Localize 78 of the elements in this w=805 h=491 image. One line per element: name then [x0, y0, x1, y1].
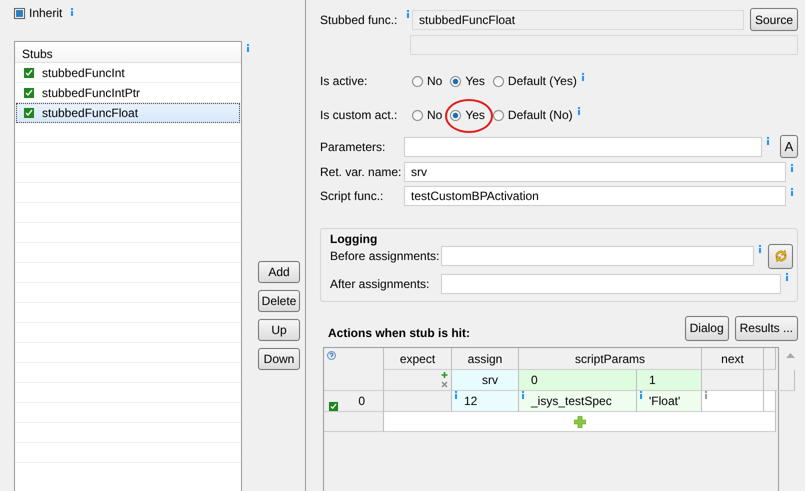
radio-label: Yes: [465, 74, 485, 88]
row-number: 0: [358, 394, 365, 408]
add-row-icon[interactable]: [574, 416, 586, 428]
info-icon: [580, 73, 585, 81]
info-icon: [790, 188, 794, 196]
stub-item[interactable]: stubbedFuncFloat: [16, 103, 240, 123]
info-icon: [246, 44, 250, 52]
add-row-cell[interactable]: [384, 412, 776, 432]
description-field[interactable]: [410, 35, 798, 55]
stub-checkbox[interactable]: [24, 108, 34, 118]
list-button[interactable]: Add: [258, 261, 300, 283]
list-button[interactable]: Down: [258, 348, 300, 370]
action-button[interactable]: Results ...: [734, 316, 798, 340]
info-icon: [521, 391, 525, 399]
info-icon: [639, 391, 643, 399]
field-label: Before assignments:: [330, 249, 440, 263]
inherit-label: Inherit: [29, 6, 62, 20]
column-header: next: [702, 348, 764, 370]
list-button[interactable]: Delete: [258, 290, 300, 312]
stub-checkbox[interactable]: [24, 88, 34, 98]
after-assignments-field[interactable]: [441, 274, 781, 294]
parameters-field[interactable]: [404, 136, 762, 156]
field-label: Is active:: [320, 74, 368, 88]
script-func-field[interactable]: testCustomBPActivation: [404, 186, 786, 206]
row-checkbox[interactable]: [329, 402, 338, 411]
info-icon: [406, 10, 410, 18]
section-title: Actions when stub is hit:: [327, 325, 472, 340]
field-label: Ret. var. name:: [320, 165, 402, 179]
column-header: expect: [384, 348, 452, 370]
source-button[interactable]: Source: [750, 8, 798, 31]
radio-label: No: [427, 74, 442, 88]
info-icon: [704, 391, 708, 399]
ret-var-name-field[interactable]: srv: [404, 162, 786, 182]
field-label: Stubbed func.:: [320, 12, 398, 26]
radio-label: Yes: [465, 108, 485, 122]
radio-button[interactable]: [492, 76, 504, 86]
radio-button[interactable]: [412, 76, 423, 86]
column-subheader: 0: [519, 370, 637, 391]
field-label: Parameters:: [320, 140, 386, 154]
radio-button[interactable]: [450, 76, 462, 86]
inherit-checkbox[interactable]: [14, 8, 25, 18]
radio-button[interactable]: [412, 110, 423, 120]
info-icon: [758, 245, 762, 253]
scroll-up-icon[interactable]: [786, 352, 794, 358]
info-icon: [70, 8, 74, 16]
radio-label: Default (No): [508, 108, 573, 122]
column-subheader: 1: [637, 370, 702, 391]
list-button[interactable]: Up: [258, 319, 300, 341]
row-header[interactable]: 0: [324, 391, 384, 412]
a-button[interactable]: A: [780, 135, 798, 158]
field-label: Script func.:: [320, 189, 384, 203]
radio-button[interactable]: [450, 110, 462, 120]
info-icon: [785, 273, 789, 281]
radio-label: No: [427, 108, 442, 122]
sync-button[interactable]: [768, 244, 793, 268]
action-button[interactable]: Dialog: [684, 316, 729, 340]
info-icon: [454, 391, 458, 399]
column-subheader: srv: [452, 370, 519, 391]
cell-text: _isys_testSpec: [531, 394, 612, 408]
column-header: assign: [452, 348, 519, 370]
cell-text: 'Float': [649, 394, 680, 408]
field-label: Is custom act.:: [320, 108, 398, 122]
add-remove-icon[interactable]: [441, 372, 448, 388]
sync-icon: [772, 248, 788, 264]
info-icon: [576, 107, 581, 115]
before-assignments-field[interactable]: [441, 246, 754, 266]
stubbed-func-field[interactable]: stubbedFuncFloat: [412, 10, 744, 30]
help-icon[interactable]: [327, 351, 336, 360]
stub-checkbox[interactable]: [24, 68, 34, 78]
column-header: scriptParams: [519, 348, 702, 370]
field-label: After assignments:: [330, 277, 430, 291]
cell-text: 12: [464, 394, 478, 408]
group-title: Logging: [330, 232, 378, 246]
radio-label: Default (Yes): [508, 74, 577, 88]
stub-item[interactable]: stubbedFuncInt: [16, 63, 240, 83]
radio-button[interactable]: [492, 110, 504, 120]
info-icon: [790, 164, 794, 172]
info-icon: [766, 137, 770, 145]
